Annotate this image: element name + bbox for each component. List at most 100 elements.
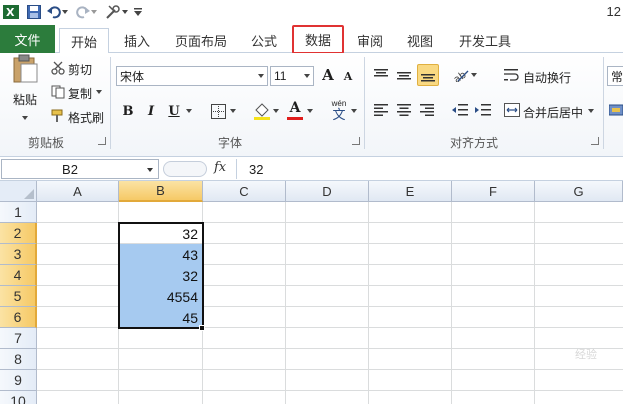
orientation-icon[interactable]: ab: [451, 66, 471, 84]
tab-review[interactable]: 审阅: [348, 28, 392, 53]
italic-button[interactable]: I: [142, 101, 160, 121]
increase-indent-icon[interactable]: [474, 101, 492, 119]
tab-file[interactable]: 文件: [0, 25, 55, 53]
tab-developer[interactable]: 开发工具: [450, 28, 520, 53]
gridline: [37, 369, 623, 370]
paste-icon: [12, 54, 38, 87]
row-header-1[interactable]: 1: [0, 202, 37, 223]
paste-label: 粘贴: [12, 93, 37, 107]
top-align-icon[interactable]: [372, 66, 390, 84]
tab-insert[interactable]: 插入: [113, 28, 161, 53]
tab-view[interactable]: 视图: [398, 28, 442, 53]
align-right-icon[interactable]: [418, 101, 436, 119]
format-painter-button[interactable]: 格式刷: [68, 109, 104, 126]
tools-icon[interactable]: [105, 2, 121, 22]
spreadsheet-grid[interactable]: A B C D E F G 1 2 3 4 5 6 7 8 9 10 32 43…: [0, 181, 623, 404]
row-header-4[interactable]: 4: [0, 265, 37, 286]
orientation-dropdown-icon[interactable]: [471, 72, 477, 78]
merge-center-dropdown-icon[interactable]: [588, 108, 594, 114]
underline-dropdown-icon[interactable]: [186, 108, 192, 114]
row-header-2[interactable]: 2: [0, 223, 37, 244]
tab-home[interactable]: 开始: [59, 28, 109, 54]
tab-formulas[interactable]: 公式: [240, 28, 288, 53]
font-name-box[interactable]: 宋体: [116, 66, 268, 86]
column-header-f[interactable]: F: [452, 181, 535, 202]
customize-qat-icon[interactable]: [134, 2, 142, 22]
merge-center-icon[interactable]: [503, 101, 521, 119]
fill-color-icon[interactable]: [252, 101, 272, 121]
column-header-g[interactable]: G: [535, 181, 623, 202]
select-all-button[interactable]: [0, 181, 37, 202]
wrap-text-icon[interactable]: [503, 66, 521, 84]
fill-handle[interactable]: [199, 325, 205, 331]
row-header-3[interactable]: 3: [0, 244, 37, 265]
phonetic-guide-button[interactable]: wén 文: [328, 98, 350, 122]
font-size-box[interactable]: 11: [270, 66, 314, 86]
tab-data[interactable]: 数据: [292, 25, 344, 54]
cut-button[interactable]: 剪切: [68, 61, 92, 78]
borders-dropdown-icon[interactable]: [230, 108, 236, 114]
font-color-dropdown-icon[interactable]: [307, 108, 313, 114]
format-painter-icon[interactable]: [50, 108, 66, 124]
align-left-icon[interactable]: [372, 101, 390, 119]
name-box[interactable]: B2: [1, 159, 159, 179]
grow-font-button[interactable]: A: [319, 65, 337, 85]
row-header-5[interactable]: 5: [0, 286, 37, 307]
fill-color-dropdown-icon[interactable]: [273, 108, 279, 114]
excel-icon[interactable]: X: [3, 2, 19, 22]
borders-icon[interactable]: [209, 102, 227, 120]
paste-button[interactable]: 粘贴: [8, 54, 42, 121]
row-header-10[interactable]: 10: [0, 391, 37, 404]
column-header-b[interactable]: B: [119, 181, 203, 202]
row-header-9[interactable]: 9: [0, 370, 37, 391]
decrease-indent-icon[interactable]: [451, 101, 469, 119]
tab-page-layout[interactable]: 页面布局: [166, 28, 236, 53]
phonetic-dropdown-icon[interactable]: [351, 108, 357, 114]
font-name-dropdown-icon[interactable]: [258, 74, 264, 78]
insert-function-button[interactable]: fx: [214, 160, 226, 175]
bold-button[interactable]: B: [119, 101, 137, 121]
tools-dropdown-icon[interactable]: [122, 2, 128, 22]
alignment-launcher-icon[interactable]: [591, 137, 599, 145]
gridline: [37, 348, 623, 349]
merge-center-button[interactable]: 合并后居中: [523, 104, 583, 121]
formula-bar-grip-icon[interactable]: [163, 161, 207, 177]
copy-icon[interactable]: [50, 84, 66, 100]
row-header-6[interactable]: 6: [0, 307, 37, 328]
middle-align-icon[interactable]: [395, 66, 413, 84]
undo-dropdown-icon[interactable]: [62, 2, 68, 22]
gridline: [451, 202, 452, 404]
svg-text:X: X: [6, 6, 15, 19]
shrink-font-button[interactable]: A: [340, 67, 356, 85]
bottom-align-icon[interactable]: [417, 64, 439, 86]
clipboard-launcher-icon[interactable]: [98, 137, 106, 145]
number-format-box[interactable]: 常: [607, 66, 623, 86]
wrap-text-button[interactable]: 自动换行: [523, 69, 571, 86]
column-header-e[interactable]: E: [369, 181, 452, 202]
font-group-label: 字体: [218, 136, 243, 150]
cut-icon[interactable]: [50, 60, 66, 76]
group-divider: [603, 57, 604, 149]
underline-button[interactable]: U: [165, 101, 183, 121]
row-header-7[interactable]: 7: [0, 328, 37, 349]
column-header-c[interactable]: C: [203, 181, 286, 202]
redo-icon[interactable]: [76, 2, 90, 22]
align-center-icon[interactable]: [395, 101, 413, 119]
copy-dropdown-icon[interactable]: [96, 89, 102, 95]
copy-button[interactable]: 复制: [68, 85, 92, 102]
name-box-dropdown-icon[interactable]: [147, 168, 153, 172]
font-launcher-icon[interactable]: [352, 137, 360, 145]
row-header-8[interactable]: 8: [0, 349, 37, 370]
save-icon[interactable]: [27, 2, 41, 22]
column-header-d[interactable]: D: [286, 181, 369, 202]
accounting-format-icon[interactable]: [609, 101, 623, 119]
formula-input[interactable]: 32: [236, 159, 623, 179]
group-divider: [110, 57, 111, 149]
font-color-button[interactable]: A: [286, 99, 304, 121]
redo-dropdown-icon[interactable]: [91, 2, 97, 22]
undo-icon[interactable]: [47, 2, 61, 22]
font-size-dropdown-icon[interactable]: [304, 74, 310, 78]
selection-border: [118, 222, 204, 329]
column-header-a[interactable]: A: [37, 181, 119, 202]
formula-bar: B2 fx 32: [0, 157, 623, 181]
